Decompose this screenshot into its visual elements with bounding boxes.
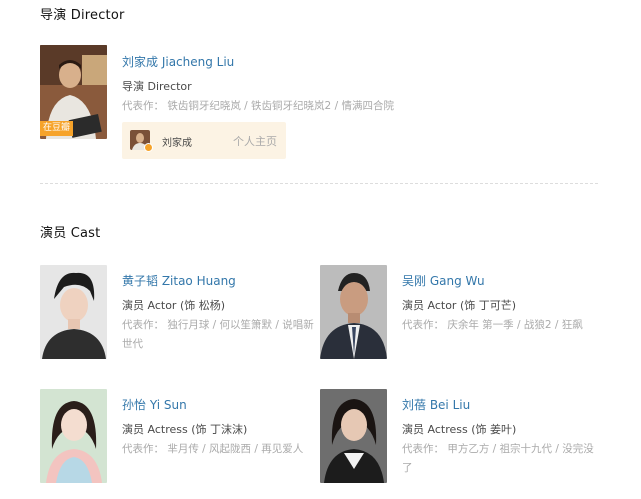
director-section-title: 导演 Director xyxy=(40,8,125,23)
director-role: 导演 Director xyxy=(122,80,192,93)
director-homepage-card[interactable]: 刘家成 个人主页 xyxy=(122,122,286,159)
cast-works: 代表作： 芈月传 / 风起陇西 / 再见爱人 xyxy=(122,440,320,459)
verified-badge-icon xyxy=(144,143,153,152)
cast-photo-zitao-huang[interactable] xyxy=(40,265,107,359)
works-label: 代表作： xyxy=(402,319,444,331)
cast-role: 演员 Actor (饰 松杨) xyxy=(122,299,226,312)
director-works: 代表作： 铁齿铜牙纪晓岚 / 铁齿铜牙纪晓岚2 / 情满四合院 xyxy=(122,97,422,116)
works-label: 代表作： xyxy=(402,443,444,455)
cast-name-link[interactable]: 刘蓓 Bei Liu xyxy=(402,396,470,413)
cast-photo-bei-liu[interactable] xyxy=(320,389,387,483)
works-list: 庆余年 第一季 / 战狼2 / 狂飙 xyxy=(447,319,583,331)
cast-photo-yi-sun[interactable] xyxy=(40,389,107,483)
section-divider xyxy=(40,183,598,184)
cast-photo-gang-wu[interactable] xyxy=(320,265,387,359)
works-label: 代表作： xyxy=(122,319,164,331)
cast-works: 代表作： 独行月球 / 何以笙箫默 / 说唱新世代 xyxy=(122,316,320,354)
works-list: 芈月传 / 风起陇西 / 再见爱人 xyxy=(167,443,304,455)
cast-role: 演员 Actress (饰 姜叶) xyxy=(402,423,517,436)
douban-badge: 在豆瓣 xyxy=(40,121,74,136)
cast-works: 代表作： 甲方乙方 / 祖宗十九代 / 没完没了 xyxy=(402,440,600,478)
cast-section-title: 演员 Cast xyxy=(40,226,101,241)
homepage-link[interactable]: 个人主页 xyxy=(233,133,277,149)
cast-name-link[interactable]: 吴刚 Gang Wu xyxy=(402,272,485,289)
cast-works: 代表作： 庆余年 第一季 / 战狼2 / 狂飙 xyxy=(402,316,600,335)
cast-role: 演员 Actor (饰 丁可芒) xyxy=(402,299,517,312)
cast-name-link[interactable]: 黄子韬 Zitao Huang xyxy=(122,272,236,289)
cast-name-link[interactable]: 孙怡 Yi Sun xyxy=(122,396,187,413)
works-label: 代表作： xyxy=(122,443,164,455)
cast-role: 演员 Actress (饰 丁沫沫) xyxy=(122,423,248,436)
works-list: 铁齿铜牙纪晓岚 / 铁齿铜牙纪晓岚2 / 情满四合院 xyxy=(167,100,394,112)
homepage-name: 刘家成 xyxy=(162,138,192,149)
director-name-link[interactable]: 刘家成 Jiacheng Liu xyxy=(122,53,234,70)
works-label: 代表作： xyxy=(122,100,164,112)
